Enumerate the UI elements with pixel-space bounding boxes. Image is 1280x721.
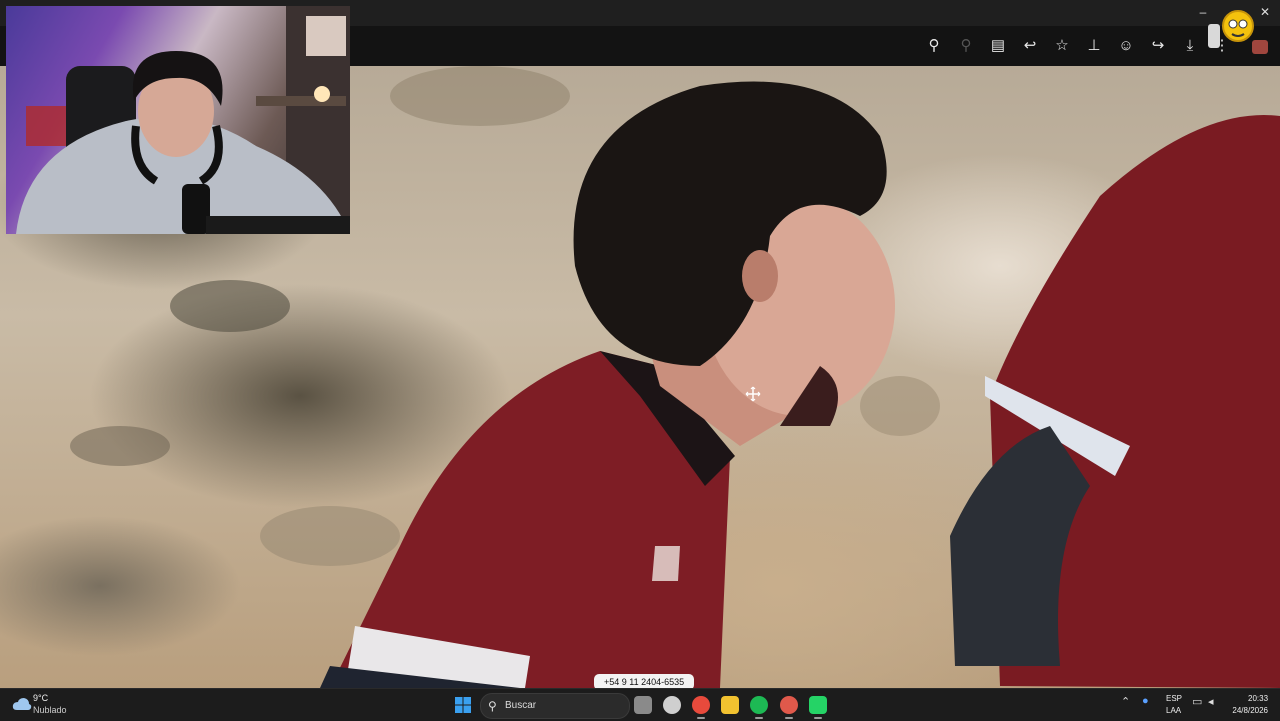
webcam-overlay xyxy=(6,6,350,234)
chrome-icon[interactable] xyxy=(692,696,710,719)
weather-temperature: 9°C xyxy=(33,693,49,703)
whatsapp-icon[interactable] xyxy=(809,696,827,719)
chrome-profile-icon[interactable] xyxy=(780,696,798,719)
emoji-sticker-overlay xyxy=(1208,10,1268,54)
tray-chevron-icon[interactable]: ⌃ xyxy=(1121,695,1130,708)
zoom-icon[interactable]: ⚲ xyxy=(924,36,944,56)
taskbar: 9°C Nublado ⚲ Buscar ⌃ ● ESP LAA ▭ ◂ 20:… xyxy=(0,688,1280,721)
cloud-icon[interactable] xyxy=(12,696,32,712)
star-icon[interactable]: ☆ xyxy=(1052,36,1072,56)
network-icon[interactable]: ▭ xyxy=(1192,695,1202,708)
task-view-icon[interactable] xyxy=(634,696,652,714)
clock-date[interactable]: 24/8/2026 xyxy=(1228,706,1268,715)
move-cursor-icon xyxy=(745,386,761,402)
clock-time[interactable]: 20:33 xyxy=(1248,694,1268,703)
weather-description: Nublado xyxy=(33,705,67,715)
emoji-icon[interactable]: ☺ xyxy=(1116,36,1136,56)
volume-icon[interactable]: ◂ xyxy=(1208,695,1214,708)
zoom-out-icon[interactable]: ⚲ xyxy=(956,36,976,56)
keyboard-layout[interactable]: LAA xyxy=(1166,706,1181,715)
reply-icon[interactable]: ↩ xyxy=(1020,36,1040,56)
app-icon-circle[interactable] xyxy=(663,696,681,714)
file-explorer-icon[interactable] xyxy=(721,696,739,714)
taskbar-search-box[interactable]: ⚲ Buscar xyxy=(480,693,630,719)
download-icon[interactable]: ⤓ xyxy=(1180,36,1200,56)
webcam-graphic xyxy=(16,6,350,234)
search-icon: ⚲ xyxy=(488,699,497,713)
language-code[interactable]: ESP xyxy=(1166,694,1182,703)
spotify-icon[interactable] xyxy=(750,696,768,719)
forward-icon[interactable]: ↪ xyxy=(1148,36,1168,56)
search-placeholder: Buscar xyxy=(505,700,537,711)
caption-icon[interactable]: ▤ xyxy=(988,36,1008,56)
pin-icon[interactable]: ⊥ xyxy=(1084,36,1104,56)
microphone-icon[interactable]: ● xyxy=(1142,695,1149,707)
windows-start-icon[interactable] xyxy=(455,697,471,713)
